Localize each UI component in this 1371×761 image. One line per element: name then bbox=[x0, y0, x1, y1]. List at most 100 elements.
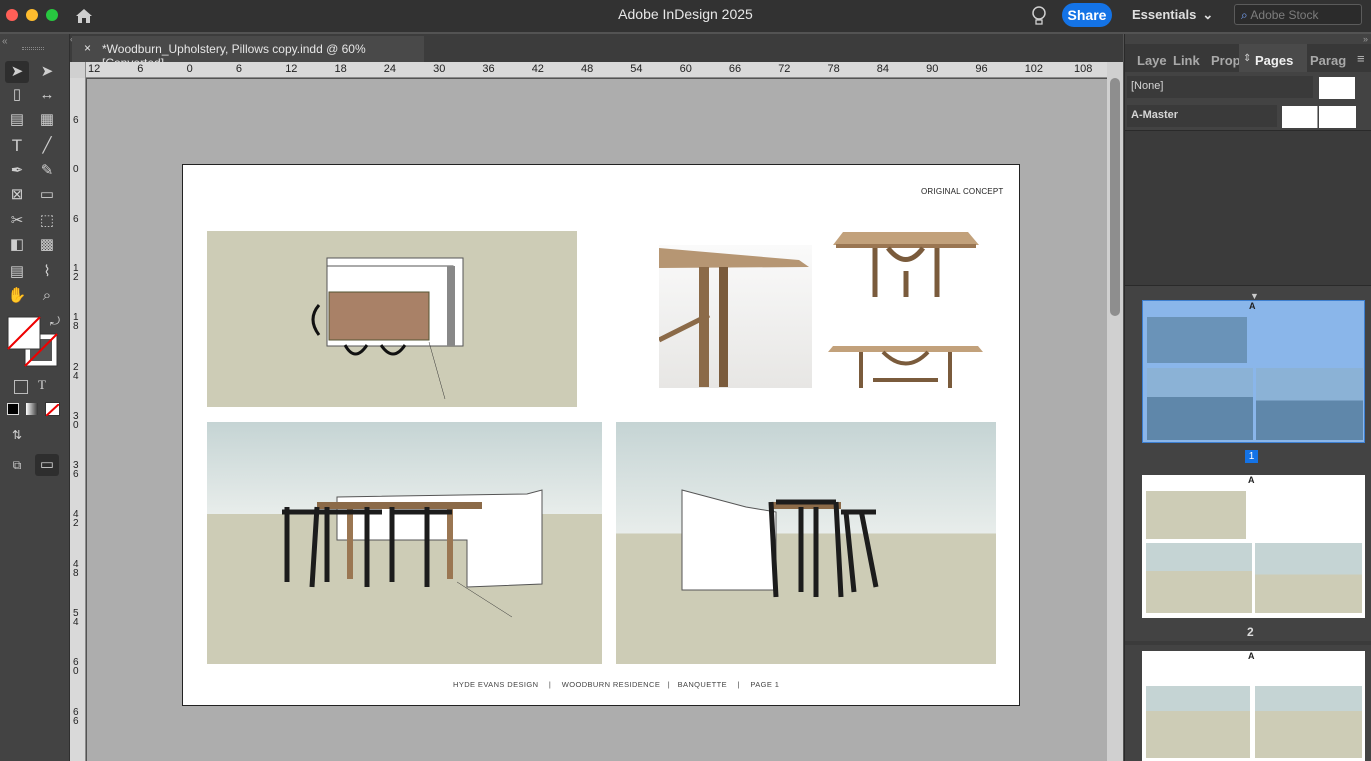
gap-tool-icon[interactable]: ↔ bbox=[35, 84, 59, 106]
ruler-tick-label: 18 bbox=[73, 312, 79, 333]
tab-paragraph[interactable]: Parag bbox=[1310, 42, 1350, 78]
share-button[interactable]: Share bbox=[1062, 3, 1112, 27]
panel-menu-icon[interactable]: ≡ bbox=[1357, 51, 1365, 66]
workspace-switcher[interactable]: Essentials ⌄ bbox=[1132, 7, 1213, 23]
direct-selection-icon[interactable]: ➤ bbox=[35, 61, 59, 83]
ruler-tick-label: 66 bbox=[73, 706, 79, 727]
tab-pages[interactable]: Pages bbox=[1255, 42, 1300, 78]
content-placer-icon[interactable]: ▦ bbox=[35, 109, 59, 131]
ruler-origin[interactable] bbox=[70, 62, 86, 78]
rectangle-frame-icon[interactable]: ⊠ bbox=[5, 184, 29, 206]
ruler-tick-label: 12 bbox=[73, 262, 79, 283]
ruler-tick-label: 84 bbox=[876, 63, 890, 75]
tab-properties[interactable]: Prop bbox=[1211, 42, 1239, 78]
ruler-tick-label: 6 bbox=[235, 63, 243, 75]
master-none-thumb[interactable] bbox=[1319, 77, 1355, 99]
close-icon[interactable]: × bbox=[84, 41, 91, 55]
pen-tool-icon[interactable]: ✒ bbox=[5, 160, 29, 182]
pages-panel: » Laye Link Prop ⇕ Pages Parag ≡ [None] … bbox=[1124, 34, 1371, 761]
ruler-tick-label: 36 bbox=[482, 63, 495, 75]
preflight-icon[interactable]: ⧉ bbox=[5, 454, 29, 476]
document-tab[interactable]: × *Woodburn_Upholstery, Pillows copy.ind… bbox=[72, 36, 424, 70]
ruler-tick-label: 102 bbox=[1024, 63, 1044, 75]
ruler-tick-label: 24 bbox=[383, 63, 397, 75]
free-transform-icon[interactable]: ⬚ bbox=[35, 210, 59, 232]
ruler-tick-label: 6 bbox=[73, 115, 79, 126]
tab-menu-icon[interactable]: ⇕ bbox=[1243, 53, 1251, 64]
formatting-text-icon[interactable]: T bbox=[38, 377, 46, 393]
scissors-icon[interactable]: ✂ bbox=[5, 210, 29, 232]
footer-company: HYDE EVANS DESIGN bbox=[453, 680, 539, 689]
footer-separator: | bbox=[667, 680, 671, 689]
apply-gradient-icon[interactable] bbox=[26, 403, 38, 415]
ruler-tick-label: 60 bbox=[73, 657, 79, 678]
eyedropper-icon[interactable]: ⌇ bbox=[35, 261, 59, 283]
page-thumb-1[interactable]: A bbox=[1142, 300, 1365, 443]
selection-tool-icon[interactable]: ➤ bbox=[5, 61, 29, 83]
line-tool-icon[interactable]: ╱ bbox=[35, 135, 59, 157]
master-a-thumb-right[interactable] bbox=[1319, 106, 1356, 128]
master-a[interactable]: A-Master bbox=[1127, 105, 1277, 127]
ruler-tick-label: 30 bbox=[73, 410, 79, 431]
page-thumb-3[interactable]: A bbox=[1142, 651, 1365, 761]
formatting-container-icon[interactable] bbox=[14, 380, 28, 394]
footer-separator: | bbox=[737, 680, 740, 689]
page-tool-icon[interactable]: ▯ bbox=[5, 84, 29, 106]
scrollbar-thumb[interactable] bbox=[1110, 78, 1120, 316]
ruler-tick-label: 42 bbox=[73, 509, 79, 530]
ruler-tick-label: 60 bbox=[679, 63, 692, 75]
ruler-tick-label: 78 bbox=[827, 63, 840, 75]
ruler-tick-label: 12 bbox=[88, 63, 101, 75]
tools-panel: « ➤ ➤ ▯ ↔ ▤ ▦ T ╱ ✒ ✎ ⊠ ▭ ✂ ⬚ ◧ ▩ ▤ ⌇ ✋ … bbox=[0, 34, 70, 761]
footer-item: BANQUETTE bbox=[677, 680, 728, 689]
tab-layers[interactable]: Laye bbox=[1137, 42, 1173, 78]
floor-plan-image[interactable] bbox=[207, 231, 577, 407]
screen-mode-icon[interactable]: ▭ bbox=[35, 454, 59, 476]
panel-grip[interactable] bbox=[22, 47, 44, 50]
apply-color-icon[interactable] bbox=[7, 403, 19, 415]
chevron-down-icon: ⌄ bbox=[1202, 7, 1214, 22]
collapse-panel-icon[interactable]: « bbox=[2, 36, 8, 47]
master-none[interactable]: [None] bbox=[1127, 76, 1313, 98]
adobe-stock-search[interactable]: ⌕ Adobe Stock bbox=[1234, 4, 1362, 25]
content-collector-icon[interactable]: ▤ bbox=[5, 109, 29, 131]
table-front-photo[interactable] bbox=[833, 229, 979, 307]
hand-tool-icon[interactable]: ✋ bbox=[5, 285, 29, 307]
tab-links[interactable]: Link bbox=[1173, 42, 1207, 78]
gradient-feather-icon[interactable]: ▩ bbox=[35, 234, 59, 256]
ruler-tick-label: 0 bbox=[186, 63, 193, 75]
ruler-tick-label: 108 bbox=[1074, 63, 1093, 75]
thumb-plan bbox=[1146, 491, 1246, 539]
lightbulb-icon[interactable] bbox=[1031, 5, 1047, 27]
sync-icon[interactable]: ⇅ bbox=[5, 424, 29, 446]
ruler-tick-label: 12 bbox=[285, 63, 298, 75]
ruler-tick-label: 36 bbox=[73, 460, 79, 481]
ruler-tick-label: 96 bbox=[975, 63, 988, 75]
page-number-2[interactable]: 2 bbox=[1247, 625, 1254, 639]
apply-none-icon[interactable] bbox=[45, 402, 60, 417]
ruler-tick-label: 6 bbox=[73, 213, 79, 225]
search-icon: ⌕ bbox=[1241, 8, 1248, 22]
page-footer: HYDE EVANS DESIGN | WOODBURN RESIDENCE |… bbox=[453, 680, 779, 689]
table-side-photo[interactable] bbox=[659, 245, 812, 388]
type-tool-icon[interactable]: T bbox=[5, 135, 29, 157]
master-a-thumb-left[interactable] bbox=[1282, 106, 1318, 128]
footer-page: PAGE 1 bbox=[750, 680, 780, 689]
thumb-render-left bbox=[1147, 368, 1253, 440]
note-tool-icon[interactable]: ▤ bbox=[5, 261, 29, 283]
vertical-ruler[interactable]: 6 0 6 12 18 24 30 36 42 48 54 60 66 bbox=[70, 78, 86, 761]
gradient-swatch-icon[interactable]: ◧ bbox=[5, 234, 29, 256]
ruler-tick-label: 72 bbox=[778, 63, 791, 75]
rectangle-tool-icon[interactable]: ▭ bbox=[35, 184, 59, 206]
banquette-render-left[interactable] bbox=[207, 422, 602, 664]
page-number-1[interactable]: 1 bbox=[1245, 450, 1258, 463]
swap-icon[interactable]: ⤾ bbox=[50, 314, 60, 329]
banquette-render-right[interactable] bbox=[616, 422, 996, 664]
table-elevation-photo[interactable] bbox=[828, 340, 983, 395]
horizontal-ruler[interactable]: 12 6 0 6 12 18 24 30 36 42 48 54 60 66 72 78 84 90 96 102 10… bbox=[70, 62, 1107, 78]
page-thumb-2[interactable]: A bbox=[1142, 475, 1365, 618]
document-page[interactable]: ORIGINAL CONCEPT HYDE EVANS DESIGN | WOO… bbox=[182, 164, 1020, 706]
zoom-tool-icon[interactable]: ⌕ bbox=[35, 285, 59, 307]
page-heading: ORIGINAL CONCEPT bbox=[921, 187, 1004, 196]
pencil-tool-icon[interactable]: ✎ bbox=[35, 160, 59, 182]
